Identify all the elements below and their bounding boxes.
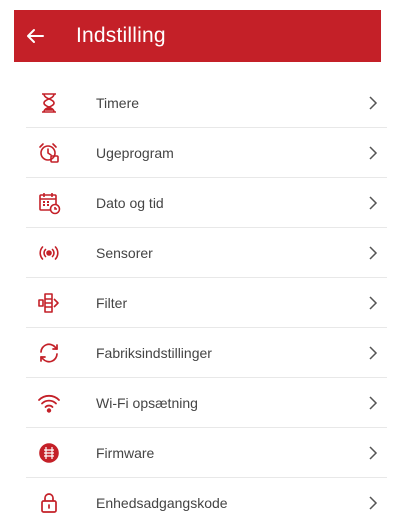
chevron-right-icon [359,178,387,227]
reset-icon [24,328,74,377]
menu-item-label: Enhedsadgangskode [96,494,228,511]
filter-icon [24,278,74,327]
hourglass-icon [24,78,74,127]
page-title: Indstilling [76,24,166,47]
firmware-icon [24,428,74,477]
back-button[interactable] [14,10,56,62]
menu-item-sensorer[interactable]: Sensorer [26,228,387,278]
menu-item-filter[interactable]: Filter [26,278,387,328]
app-header: Indstilling [14,10,381,62]
menu-item-enhedsadgangskode[interactable]: Enhedsadgangskode [26,478,387,527]
chevron-right-icon [359,78,387,127]
menu-item-label: Fabriksindstillinger [96,344,212,361]
chevron-right-icon [359,228,387,277]
chevron-right-icon [359,278,387,327]
chevron-right-icon [359,128,387,177]
sensor-icon [24,228,74,277]
menu-item-ugeprogram[interactable]: Ugeprogram [26,128,387,178]
chevron-right-icon [359,428,387,477]
wifi-icon [24,378,74,427]
chevron-right-icon [359,378,387,427]
menu-item-label: Wi-Fi opsætning [96,394,198,411]
menu-item-firmware[interactable]: Firmware [26,428,387,478]
weekly-clock-icon [24,128,74,177]
menu-item-wifi[interactable]: Wi-Fi opsætning [26,378,387,428]
menu-item-timere[interactable]: Timere [26,78,387,128]
arrow-left-icon [27,29,44,43]
menu-item-label: Sensorer [96,244,153,261]
lock-icon [24,478,74,527]
menu-item-fabriksindstillinger[interactable]: Fabriksindstillinger [26,328,387,378]
menu-item-label: Filter [96,294,128,311]
menu-item-label: Timere [96,94,140,111]
menu-item-label: Dato og tid [96,194,164,211]
chevron-right-icon [359,478,387,527]
menu-item-label: Firmware [96,444,155,461]
settings-list: Timere Ugeprogram Dato og tid Sensorer F… [26,78,387,527]
settings-screen: Indstilling Timere Ugeprogram Dato og ti… [0,0,395,521]
calendar-clock-icon [24,178,74,227]
chevron-right-icon [359,328,387,377]
menu-item-dato-og-tid[interactable]: Dato og tid [26,178,387,228]
menu-item-label: Ugeprogram [96,144,174,161]
